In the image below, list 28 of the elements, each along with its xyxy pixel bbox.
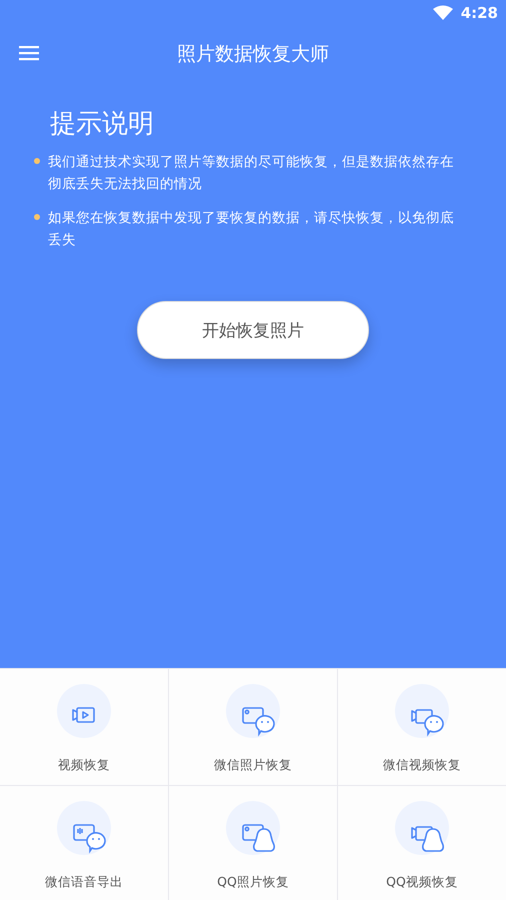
feature-label: 微信语音导出: [45, 874, 123, 890]
feature-tile[interactable]: QQ视频恢复: [338, 786, 506, 900]
bullet-icon: [34, 158, 40, 164]
notice-text: 我们通过技术实现了照片等数据的尽可能恢复，但是数据依然存在彻底丢失无法找回的情况: [48, 153, 455, 194]
feature-tile[interactable]: 微信视频恢复: [338, 669, 506, 784]
menu-button[interactable]: [19, 45, 39, 61]
feature-icon: [226, 800, 280, 854]
feature-tile[interactable]: QQ照片恢复: [169, 786, 337, 900]
feature-icon: [226, 684, 280, 738]
feature-label: QQ照片恢复: [217, 874, 289, 890]
feature-tile[interactable]: 微信语音导出: [0, 786, 168, 900]
feature-icon: [57, 684, 111, 738]
feature-label: QQ视频恢复: [386, 874, 458, 890]
feature-label: 视频恢复: [58, 757, 110, 774]
feature-icon: [57, 800, 111, 854]
start-button[interactable]: 开始恢复照片: [137, 301, 369, 359]
feature-tile[interactable]: 微信照片恢复: [169, 669, 337, 784]
feature-icon: [395, 684, 449, 738]
feature-icon: [395, 800, 449, 854]
feature-label: 微信视频恢复: [383, 757, 461, 774]
app-title: 照片数据恢复大师: [177, 42, 329, 67]
feature-label: 微信照片恢复: [214, 757, 292, 774]
feature-tile[interactable]: 视频恢复: [0, 669, 168, 784]
status-time: 4:28: [460, 4, 498, 22]
notice-heading: 提示说明: [50, 108, 155, 141]
notice-text: 如果您在恢复数据中发现了要恢复的数据，请尽快恢复，以免彻底丢失: [48, 209, 455, 250]
wifi-icon: [432, 5, 453, 21]
bullet-icon: [34, 214, 40, 220]
